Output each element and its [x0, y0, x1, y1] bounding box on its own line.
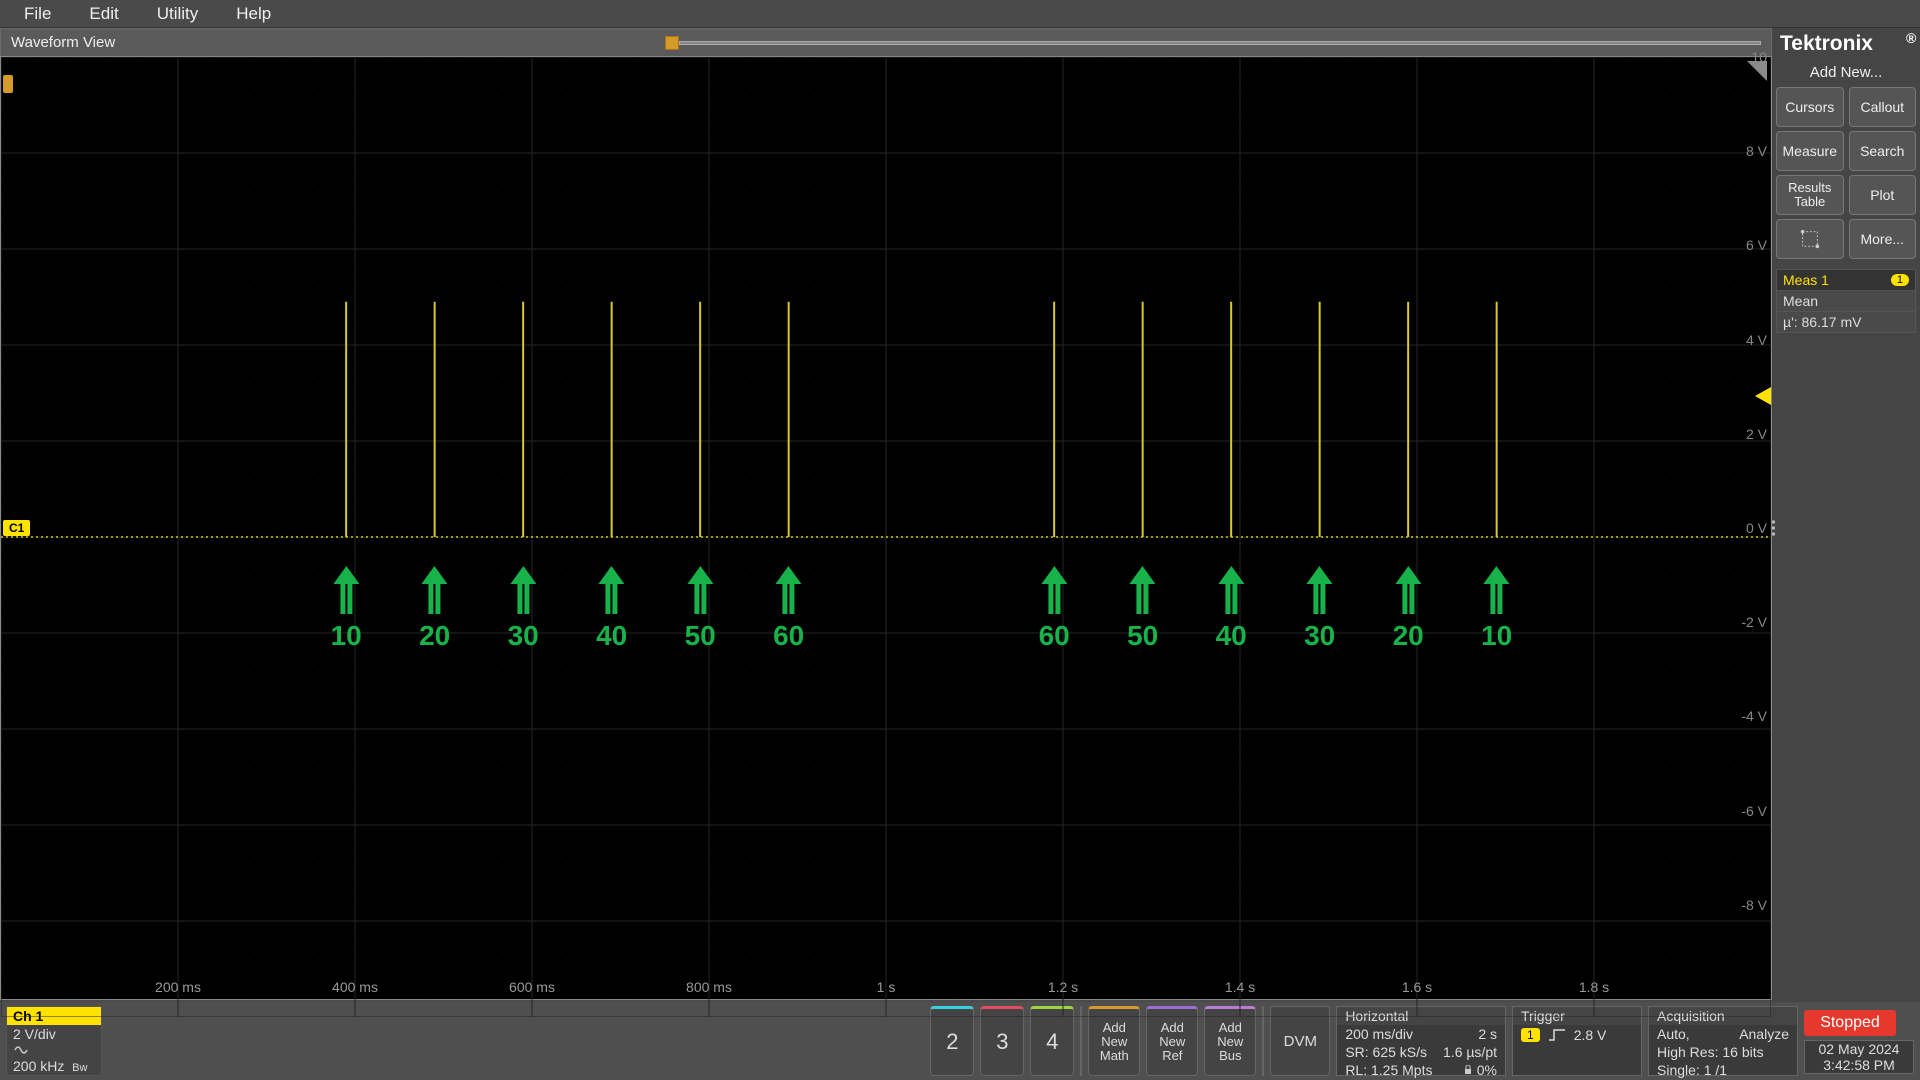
y-axis-label: -2 V — [1741, 614, 1767, 630]
meas-title: Meas 1 — [1783, 272, 1829, 288]
meas-channel-tag: 1 — [1891, 274, 1909, 286]
timeline-marker[interactable] — [665, 36, 679, 50]
x-axis-label: 600 ms — [509, 979, 555, 995]
annotation-arrow: 30 — [508, 566, 539, 652]
plot-button[interactable]: Plot — [1849, 175, 1917, 215]
record-timeline[interactable] — [125, 36, 1761, 50]
measure-button[interactable]: Measure — [1776, 131, 1844, 171]
x-axis-label: 1.6 s — [1402, 979, 1432, 995]
run-stop-button[interactable]: Stopped — [1804, 1010, 1896, 1036]
scroll-indicator — [3, 75, 13, 93]
more-button[interactable]: More... — [1849, 219, 1917, 259]
search-button[interactable]: Search — [1849, 131, 1917, 171]
x-axis-label: 1.8 s — [1579, 979, 1609, 995]
svg-text:Tektronix: Tektronix — [1780, 32, 1873, 55]
results-table-button[interactable]: Results Table — [1776, 175, 1844, 215]
y-axis-label: 4 V — [1746, 332, 1767, 348]
y-axis-label: -6 V — [1741, 803, 1767, 819]
y-axis-label: 2 V — [1746, 426, 1767, 442]
lock-icon — [1463, 1065, 1473, 1075]
waveform-title-bar: Waveform View — [0, 28, 1772, 56]
menu-file[interactable]: File — [6, 0, 69, 28]
annotation-arrow: 40 — [596, 566, 627, 652]
meas-type: Mean — [1777, 290, 1915, 311]
trigger-level: 2.8 V — [1574, 1027, 1607, 1043]
channel-ground-badge[interactable]: C1 — [3, 520, 30, 536]
x-axis-label: 1 s — [877, 979, 896, 995]
trigger-channel-tag: 1 — [1521, 1028, 1540, 1042]
x-axis-label: 200 ms — [155, 979, 201, 995]
draw-box-button[interactable] — [1776, 219, 1844, 259]
x-axis-label: 800 ms — [686, 979, 732, 995]
menu-edit[interactable]: Edit — [71, 0, 136, 28]
annotation-arrow: 50 — [685, 566, 716, 652]
y-axis-label: 8 V — [1746, 143, 1767, 159]
annotation-arrow: 60 — [1039, 566, 1070, 652]
right-panel: Tektronix ® Add New... Cursors Callout Me… — [1772, 28, 1920, 1002]
annotation-arrow: 10 — [331, 566, 362, 652]
date-label: 02 May 2024 — [1819, 1041, 1900, 1057]
time-label: 3:42:58 PM — [1823, 1057, 1895, 1073]
annotation-arrow: 50 — [1127, 566, 1158, 652]
add-new-label: Add New... — [1776, 64, 1916, 83]
menu-utility[interactable]: Utility — [139, 0, 217, 28]
callout-button[interactable]: Callout — [1849, 87, 1917, 127]
x-axis-label: 1.2 s — [1048, 979, 1078, 995]
resize-handle[interactable] — [1772, 521, 1775, 536]
channel-1-scale: 2 V/div — [7, 1025, 101, 1043]
measurement-badge[interactable]: Meas 1 1 Mean µ': 86.17 mV — [1776, 269, 1916, 333]
cursors-button[interactable]: Cursors — [1776, 87, 1844, 127]
rising-edge-icon — [1548, 1028, 1566, 1042]
channel-1-coupling — [7, 1043, 101, 1057]
brand-logo: Tektronix ® — [1776, 28, 1916, 60]
x-axis-label: 1.4 s — [1225, 979, 1255, 995]
y-axis-label: -8 V — [1741, 897, 1767, 913]
svg-text:®: ® — [1906, 31, 1917, 46]
annotation-arrow: 20 — [1393, 566, 1424, 652]
annotation-arrow: 10 — [1481, 566, 1512, 652]
annotation-arrow: 30 — [1304, 566, 1335, 652]
meas-value: µ': 86.17 mV — [1777, 311, 1915, 332]
channel-1-bandwidth: 200 kHz Bw — [7, 1057, 101, 1075]
trigger-level-indicator[interactable] — [1755, 387, 1771, 405]
y-axis-label: 6 V — [1746, 237, 1767, 253]
y-axis-label: -4 V — [1741, 708, 1767, 724]
annotation-arrow: 20 — [419, 566, 450, 652]
y-axis-label: 10 — [1751, 49, 1767, 65]
menu-help[interactable]: Help — [218, 0, 289, 28]
annotation-arrow: 40 — [1216, 566, 1247, 652]
y-axis-label: 0 V — [1746, 520, 1767, 536]
datetime[interactable]: 02 May 2024 3:42:58 PM — [1804, 1040, 1914, 1074]
x-axis-label: 400 ms — [332, 979, 378, 995]
waveform-canvas[interactable]: 10 8 V 6 V 4 V 2 V -2 V -4 V -6 V -8 V 0 V 200 ms 4… — [0, 56, 1772, 1000]
menu-bar: File Edit Utility Help — [0, 0, 1920, 28]
waveform-title: Waveform View — [1, 34, 125, 51]
annotation-arrow: 60 — [773, 566, 804, 652]
